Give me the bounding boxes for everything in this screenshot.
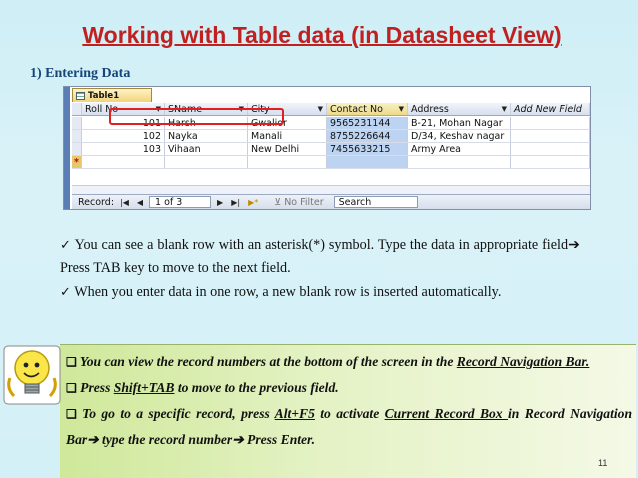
table-tab[interactable]: Table1 bbox=[72, 88, 152, 102]
arrow-right-icon: ➔ bbox=[232, 432, 244, 447]
dropdown-arrow-icon[interactable]: ▼ bbox=[399, 105, 404, 113]
slide-title: Working with Table data (in Datasheet Vi… bbox=[82, 22, 562, 48]
cell-city[interactable] bbox=[248, 156, 327, 168]
arrow-right-icon: ➔ bbox=[87, 432, 99, 447]
new-record-row: * bbox=[72, 156, 590, 169]
row-selector[interactable] bbox=[72, 143, 82, 155]
row-selector[interactable] bbox=[72, 117, 82, 129]
record-navigation-bar: Record: |◀ ◀ 1 of 3 ▶ ▶| ▶* ⊻ No Filter S… bbox=[72, 194, 590, 209]
column-header-contact-no[interactable]: Contact No ▼ bbox=[327, 103, 408, 115]
table-row: 102 Nayka Manali 8755226644 D/34, Keshav… bbox=[72, 130, 590, 143]
cell-contact-no[interactable]: 7455633215 bbox=[327, 143, 408, 155]
row-selector[interactable] bbox=[72, 130, 82, 142]
cell-address[interactable]: D/34, Keshav nagar bbox=[408, 130, 511, 142]
square-bullet-icon: ❑ bbox=[66, 407, 77, 421]
tip-item: ❑ Press Shift+TAB to move to the previou… bbox=[66, 380, 339, 395]
bullet-item: ✓ You can see a blank row with an asteri… bbox=[60, 237, 580, 276]
square-bullet-icon: ❑ bbox=[66, 355, 77, 369]
new-record-icon[interactable]: ▶* bbox=[246, 198, 260, 207]
cell-roll-no[interactable]: 102 bbox=[82, 130, 165, 142]
current-record-box[interactable]: 1 of 3 bbox=[149, 196, 212, 208]
page-number: 11 bbox=[598, 458, 608, 468]
cell-contact-no[interactable]: 8755226644 bbox=[327, 130, 408, 142]
cell-sname[interactable]: Vihaan bbox=[165, 143, 248, 155]
navigation-pane-edge bbox=[64, 87, 70, 209]
tip-item: ❑ To go to a specific record, press Alt+… bbox=[66, 406, 633, 447]
cell-sname[interactable]: Nayka bbox=[165, 130, 248, 142]
dropdown-arrow-icon[interactable]: ▼ bbox=[502, 105, 507, 113]
cell-roll-no[interactable] bbox=[82, 156, 165, 168]
checkmark-icon: ✓ bbox=[60, 284, 71, 299]
table-tab-label: Table1 bbox=[88, 90, 120, 101]
cell-city[interactable]: New Delhi bbox=[248, 143, 327, 155]
dropdown-arrow-icon[interactable]: ▼ bbox=[318, 105, 323, 113]
cell-address[interactable]: B-21, Mohan Nagar bbox=[408, 117, 511, 129]
table-row: 103 Vihaan New Delhi 7455633215 Army Are… bbox=[72, 143, 590, 156]
checkmark-icon: ✓ bbox=[60, 237, 72, 252]
arrow-right-icon: ➔ bbox=[568, 237, 580, 253]
tip-item: ❑ You can view the record numbers at the… bbox=[66, 354, 590, 369]
cell-contact-no[interactable]: 9565231144 bbox=[327, 117, 408, 129]
cell-new-field[interactable] bbox=[511, 143, 590, 155]
cell-new-field[interactable] bbox=[511, 130, 590, 142]
bullet-item: ✓ When you enter data in one row, a new … bbox=[60, 284, 502, 300]
square-bullet-icon: ❑ bbox=[66, 381, 77, 395]
cell-roll-no[interactable]: 103 bbox=[82, 143, 165, 155]
last-record-icon[interactable]: ▶| bbox=[229, 198, 242, 207]
cell-address[interactable] bbox=[408, 156, 511, 168]
previous-record-icon[interactable]: ◀ bbox=[135, 198, 145, 207]
cell-new-field[interactable] bbox=[511, 117, 590, 129]
datasheet-window: Table1 Roll No ▼ SName ▼ City ▼ Contact No ▼… bbox=[63, 86, 591, 210]
select-all-box[interactable] bbox=[72, 103, 82, 115]
table-icon bbox=[76, 91, 85, 100]
cell-contact-no[interactable] bbox=[327, 156, 408, 168]
section-heading: 1) Entering Data bbox=[30, 66, 131, 81]
cell-city[interactable]: Manali bbox=[248, 130, 327, 142]
cell-address[interactable]: Army Area bbox=[408, 143, 511, 155]
next-record-icon[interactable]: ▶ bbox=[215, 198, 225, 207]
column-header-address[interactable]: Address ▼ bbox=[408, 103, 511, 115]
highlight-frame bbox=[109, 108, 284, 125]
bullet-list: ✓ You can see a blank row with an asteri… bbox=[60, 233, 580, 304]
column-header-add-new-field[interactable]: Add New Field bbox=[511, 103, 590, 115]
filter-icon: ⊻ bbox=[274, 196, 282, 208]
new-row-marker[interactable]: * bbox=[72, 156, 82, 168]
lightbulb-icon bbox=[3, 345, 61, 405]
cell-new-field[interactable] bbox=[511, 156, 590, 168]
record-label: Record: bbox=[78, 196, 115, 208]
tip-list: ❑ You can view the record numbers at the… bbox=[66, 349, 632, 453]
cell-sname[interactable] bbox=[165, 156, 248, 168]
search-input[interactable]: Search bbox=[333, 196, 418, 208]
no-filter-indicator[interactable]: ⊻ No Filter bbox=[274, 197, 323, 208]
first-record-icon[interactable]: |◀ bbox=[118, 198, 131, 207]
